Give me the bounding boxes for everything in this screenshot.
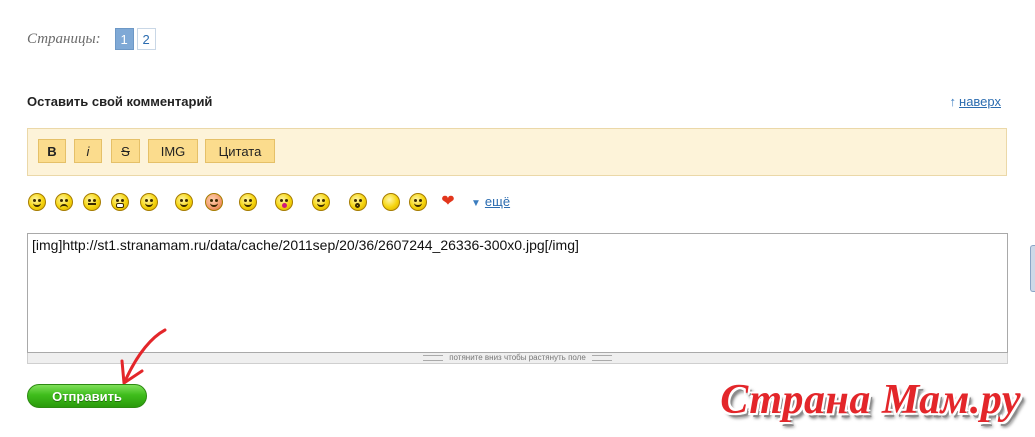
smiley-bar: ❤ ▼ ещё	[27, 190, 547, 214]
formatting-toolbar: B i S IMG Цитата	[27, 128, 1007, 176]
more-smiles[interactable]: ▼ ещё	[471, 194, 510, 209]
back-to-top: ↑ наверх	[950, 94, 1001, 109]
grin-icon[interactable]	[111, 193, 129, 211]
textarea-resize-handle[interactable]: потяните вниз чтобы растянуть поле	[27, 353, 1008, 364]
resize-hint: потяните вниз чтобы растянуть поле	[449, 353, 586, 362]
red-arrow-annotation	[120, 328, 167, 385]
dance-icon[interactable]	[312, 193, 330, 211]
grip-lines-icon	[423, 354, 444, 361]
italic-button[interactable]: i	[74, 139, 102, 163]
pagination-label: Страницы:	[27, 30, 101, 47]
bold-button[interactable]: B	[38, 139, 66, 163]
lollipop-icon[interactable]	[409, 193, 427, 211]
comment-form-title: Оставить свой комментарий	[27, 94, 213, 109]
quote-button[interactable]: Цитата	[205, 139, 275, 163]
feedback-side-tab[interactable]	[1030, 245, 1035, 292]
plain-smiley-icon[interactable]	[382, 193, 400, 211]
wink-icon[interactable]	[175, 193, 193, 211]
page-2-link[interactable]: 2	[136, 28, 156, 50]
heart-icon[interactable]: ❤	[439, 194, 457, 210]
grip-lines-icon	[591, 354, 612, 361]
back-to-top-link[interactable]: наверх	[959, 94, 1001, 109]
submit-button[interactable]: Отправить	[27, 384, 147, 408]
arrow-up-icon: ↑	[949, 94, 957, 109]
triangle-down-icon: ▼	[471, 198, 481, 209]
site-logo: Страна Мам.ру	[720, 377, 1021, 423]
surprised-icon[interactable]	[349, 193, 367, 211]
kiss-icon[interactable]	[275, 193, 293, 211]
insert-image-button[interactable]: IMG	[148, 139, 198, 163]
thumbs-up-icon[interactable]	[140, 193, 158, 211]
pagination: Страницы: 1 2	[27, 27, 159, 51]
more-smiles-link[interactable]: ещё	[485, 194, 510, 209]
confused-icon[interactable]	[83, 193, 101, 211]
comment-textarea[interactable]	[27, 233, 1008, 353]
page-1-link[interactable]: 1	[114, 28, 134, 50]
strikethrough-button[interactable]: S	[111, 139, 140, 163]
sad-icon[interactable]	[55, 193, 73, 211]
girl-icon[interactable]	[239, 193, 257, 211]
smile-icon[interactable]	[28, 193, 46, 211]
blush-icon[interactable]	[205, 193, 223, 211]
